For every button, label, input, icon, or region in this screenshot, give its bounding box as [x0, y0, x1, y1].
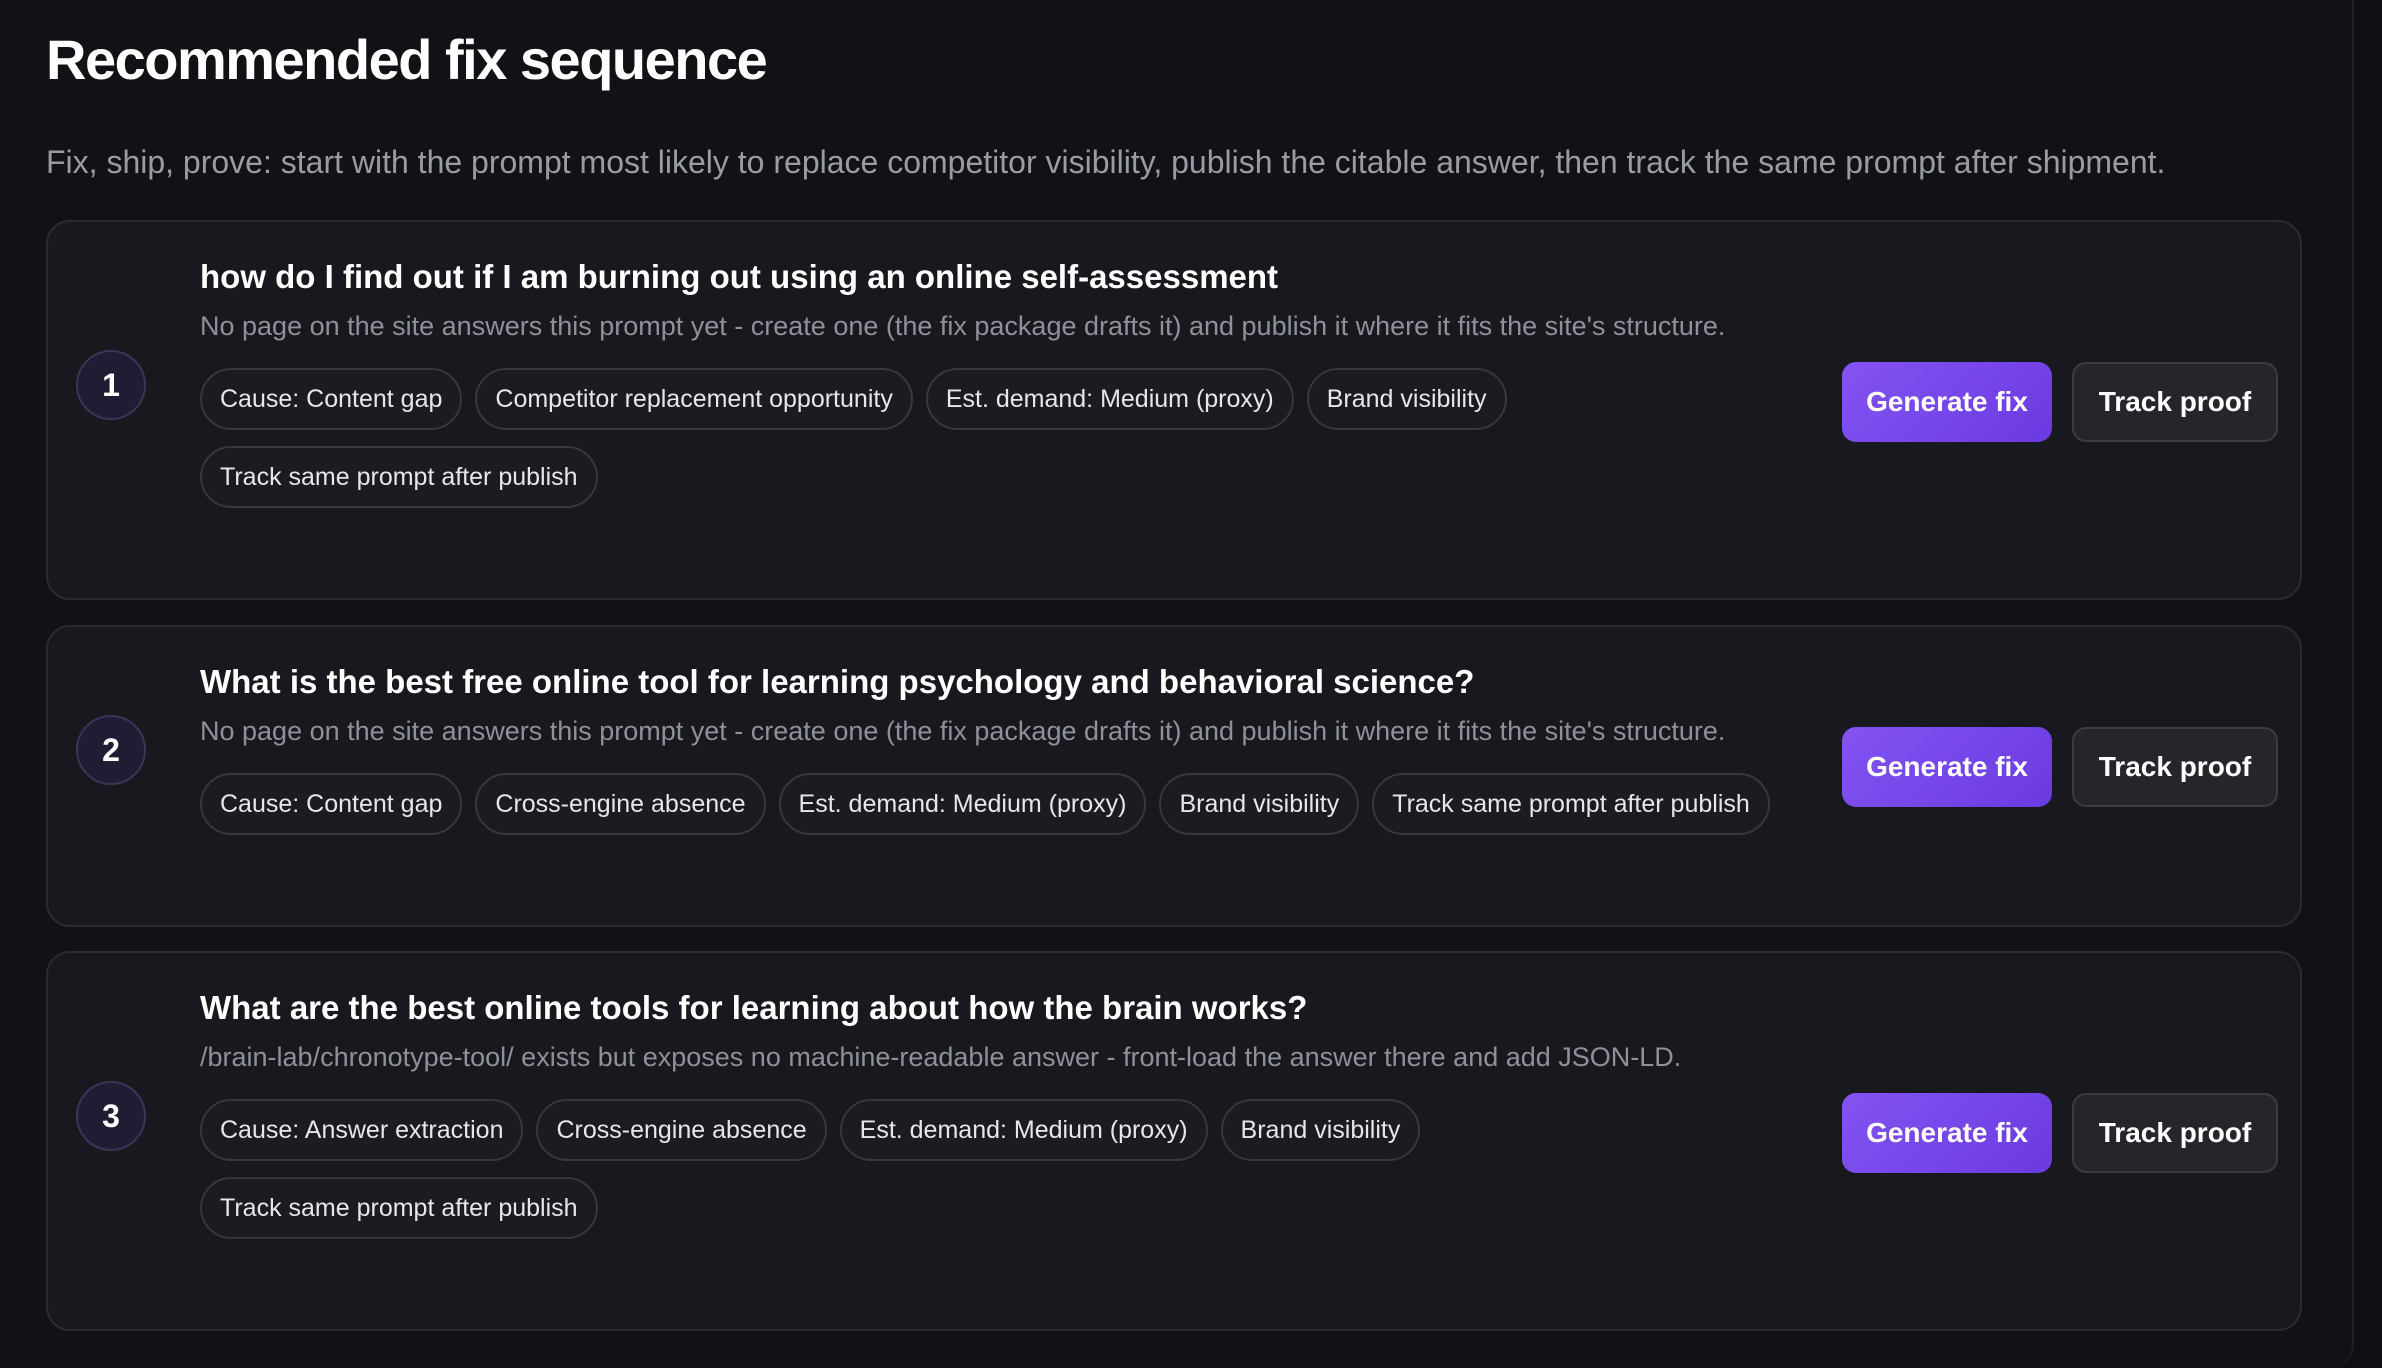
tag-chip: Cause: Content gap: [200, 773, 463, 835]
tag-chip: Est. demand: Medium (proxy): [925, 368, 1294, 430]
track-proof-button[interactable]: Track proof: [2072, 1093, 2278, 1173]
tag-chip: Cross-engine absence: [475, 773, 766, 835]
page-title: Recommended fix sequence: [46, 28, 768, 91]
tag-chip: Track same prompt after publish: [1372, 773, 1770, 835]
prompt-description: /brain-lab/chronotype-tool/ exists but e…: [200, 1042, 1682, 1072]
tag-list: Cause: Content gap Competitor replacemen…: [200, 368, 1820, 508]
prompt-title: how do I find out if I am burning out us…: [200, 258, 1279, 295]
tag-chip: Brand visibility: [1306, 368, 1507, 430]
tag-chip: Competitor replacement opportunity: [475, 368, 913, 430]
tag-chip: Est. demand: Medium (proxy): [839, 1099, 1208, 1161]
step-content: What is the best free online tool for le…: [200, 661, 1860, 835]
tag-chip: Track same prompt after publish: [200, 446, 598, 508]
prompt-title: What is the best free online tool for le…: [200, 663, 1475, 700]
fix-step-card-2: 2 What is the best free online tool for …: [46, 625, 2302, 927]
step-actions: Generate fix Track proof: [1842, 362, 2278, 442]
step-content: What are the best online tools for learn…: [200, 987, 1860, 1239]
step-actions: Generate fix Track proof: [1842, 727, 2278, 807]
generate-fix-button[interactable]: Generate fix: [1842, 1093, 2052, 1173]
step-number-badge: 1: [76, 350, 146, 420]
fix-step-card-3: 3 What are the best online tools for lea…: [46, 951, 2302, 1331]
prompt-title: What are the best online tools for learn…: [200, 989, 1308, 1026]
tag-list: Cause: Content gap Cross-engine absence …: [200, 773, 1820, 835]
step-number-badge: 2: [76, 715, 146, 785]
prompt-description: No page on the site answers this prompt …: [200, 311, 1726, 341]
tag-chip: Track same prompt after publish: [200, 1177, 598, 1239]
step-actions: Generate fix Track proof: [1842, 1093, 2278, 1173]
page-subtitle: Fix, ship, prove: start with the prompt …: [46, 144, 2166, 180]
step-content: how do I find out if I am burning out us…: [200, 256, 1860, 508]
generate-fix-button[interactable]: Generate fix: [1842, 362, 2052, 442]
fix-sequence-panel: Recommended fix sequence Fix, ship, prov…: [0, 0, 2354, 1368]
tag-chip: Brand visibility: [1220, 1099, 1421, 1161]
tag-chip: Cause: Content gap: [200, 368, 463, 430]
tag-chip: Cross-engine absence: [536, 1099, 827, 1161]
tag-chip: Est. demand: Medium (proxy): [778, 773, 1147, 835]
tag-list: Cause: Answer extraction Cross-engine ab…: [200, 1099, 1820, 1239]
step-number-badge: 3: [76, 1081, 146, 1151]
track-proof-button[interactable]: Track proof: [2072, 727, 2278, 807]
fix-step-card-1: 1 how do I find out if I am burning out …: [46, 220, 2302, 600]
tag-chip: Brand visibility: [1159, 773, 1360, 835]
track-proof-button[interactable]: Track proof: [2072, 362, 2278, 442]
tag-chip: Cause: Answer extraction: [200, 1099, 524, 1161]
page: Recommended fix sequence Fix, ship, prov…: [0, 0, 2382, 1368]
generate-fix-button[interactable]: Generate fix: [1842, 727, 2052, 807]
prompt-description: No page on the site answers this prompt …: [200, 716, 1726, 746]
